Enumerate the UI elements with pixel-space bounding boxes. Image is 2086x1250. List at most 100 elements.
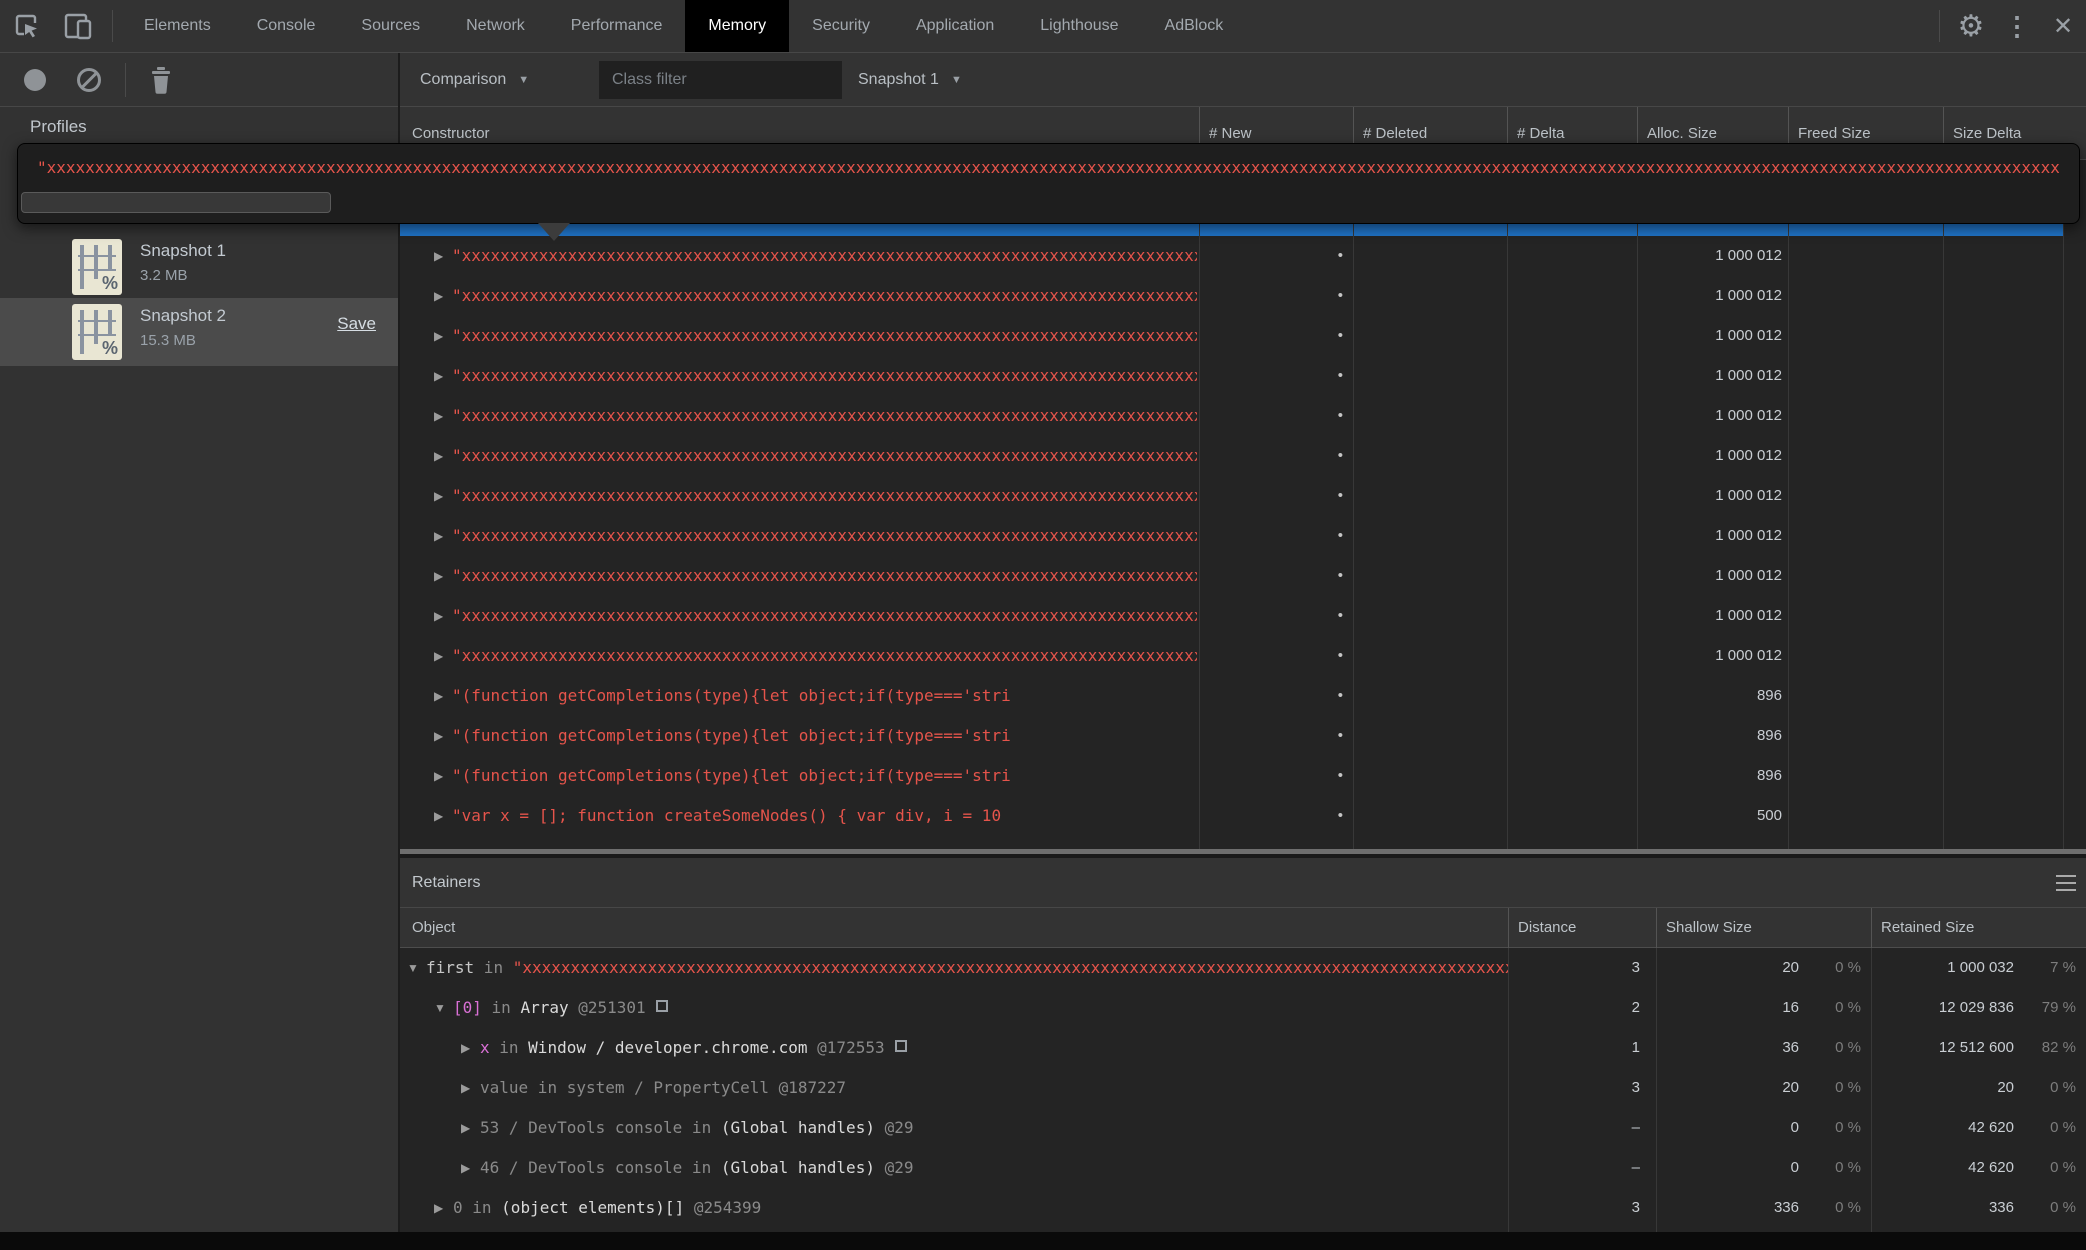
constructor-row[interactable]: ▶"(function getCompletions(type){let obj…	[400, 676, 2086, 716]
tab-sources[interactable]: Sources	[338, 0, 443, 52]
devtools-tabbar: Elements Console Sources Network Perform…	[0, 0, 2086, 53]
constructor-row[interactable]: ▶"xxxxxxxxxxxxxxxxxxxxxxxxxxxxxxxxxxxxxx…	[400, 356, 2086, 396]
constructor-row[interactable]: ▶"var x = []; function createSomeNodes()…	[400, 796, 2086, 836]
retainer-row[interactable]: ▼[0] in Array @2513012160 %12 029 83679 …	[400, 988, 2086, 1028]
row-expander-icon[interactable]: ▶	[434, 756, 450, 796]
column-header-shallow-size[interactable]: Shallow Size	[1666, 908, 1752, 948]
perspective-select[interactable]: Comparison ▼	[420, 53, 529, 107]
retained-size-cell: 12 029 83679 %	[1871, 988, 2086, 1028]
expanded-triangle-icon[interactable]: ▼	[407, 948, 425, 988]
tab-security[interactable]: Security	[789, 0, 893, 52]
constructor-row[interactable]: ▶"xxxxxxxxxxxxxxxxxxxxxxxxxxxxxxxxxxxxxx…	[400, 636, 2086, 676]
class-filter-input[interactable]	[599, 61, 842, 99]
new-count-dot: •	[1199, 356, 1343, 396]
tab-network[interactable]: Network	[443, 0, 548, 52]
row-expander-icon[interactable]: ▶	[434, 276, 450, 316]
delete-profile-button[interactable]	[148, 66, 174, 94]
column-header-retained-size[interactable]: Retained Size	[1881, 908, 1974, 948]
alloc-size-value: 500	[1637, 796, 1782, 836]
retainer-row[interactable]: ▶value in system / PropertyCell @1872273…	[400, 1068, 2086, 1108]
record-heap-snapshot-button[interactable]	[24, 69, 46, 91]
row-expander-icon[interactable]: ▶	[434, 596, 450, 636]
save-snapshot-link[interactable]: Save	[337, 314, 376, 334]
profiles-sidebar: Profiles % Snapshot 1 3.2 MB %	[0, 107, 398, 1232]
new-count-dot: •	[1199, 556, 1343, 596]
settings-gear-icon[interactable]: ⚙	[1948, 0, 1994, 52]
shallow-size-cell: 00 %	[1656, 1108, 1871, 1148]
constructor-row[interactable]: ▶"xxxxxxxxxxxxxxxxxxxxxxxxxxxxxxxxxxxxxx…	[400, 316, 2086, 356]
toolbar-separator	[125, 63, 126, 97]
row-expander-icon[interactable]: ▶	[434, 436, 450, 476]
row-expander-icon[interactable]: ▶	[434, 716, 450, 756]
constructor-row[interactable]: ▶"xxxxxxxxxxxxxxxxxxxxxxxxxxxxxxxxxxxxxx…	[400, 236, 2086, 276]
expanded-triangle-icon[interactable]: ▼	[434, 988, 452, 1028]
row-expander-icon[interactable]: ▶	[434, 556, 450, 596]
row-expander-icon[interactable]: ▶	[434, 396, 450, 436]
hamburger-menu-icon[interactable]	[2056, 873, 2076, 893]
sidebar-item-snapshot-2[interactable]: % Snapshot 2 15.3 MB Save	[0, 298, 398, 366]
new-count-dot: •	[1199, 276, 1343, 316]
clear-profiles-icon[interactable]	[77, 68, 101, 92]
retained-size-cell: 200 %	[1871, 1068, 2086, 1108]
row-expander-icon[interactable]: ▶	[434, 796, 450, 836]
constructor-row[interactable]: ▶"xxxxxxxxxxxxxxxxxxxxxxxxxxxxxxxxxxxxxx…	[400, 396, 2086, 436]
constructor-row[interactable]: ▶"xxxxxxxxxxxxxxxxxxxxxxxxxxxxxxxxxxxxxx…	[400, 476, 2086, 516]
row-expander-icon[interactable]: ▶	[434, 316, 450, 356]
tab-application[interactable]: Application	[893, 0, 1017, 52]
row-expander-icon[interactable]: ▶	[434, 636, 450, 676]
constructor-row[interactable]: ▶"xxxxxxxxxxxxxxxxxxxxxxxxxxxxxxxxxxxxxx…	[400, 516, 2086, 556]
collapsed-triangle-icon[interactable]: ▶	[461, 1148, 479, 1188]
tab-lighthouse[interactable]: Lighthouse	[1017, 0, 1141, 52]
retainer-row[interactable]: ▶x in Window / developer.chrome.com @172…	[400, 1028, 2086, 1068]
tooltip-scrollbar-thumb[interactable]	[21, 192, 331, 213]
constructor-row[interactable]: ▶"xxxxxxxxxxxxxxxxxxxxxxxxxxxxxxxxxxxxxx…	[400, 596, 2086, 636]
row-expander-icon[interactable]: ▶	[434, 836, 450, 849]
column-header-object[interactable]: Object	[412, 908, 455, 948]
tab-adblock[interactable]: AdBlock	[1142, 0, 1247, 52]
new-count-dot: •	[1199, 716, 1343, 756]
constructor-row[interactable]: ▶"(function getCompletions(type){let obj…	[400, 756, 2086, 796]
more-options-icon[interactable]: ⋮	[1994, 0, 2040, 52]
retainer-object-label: value in system / PropertyCell @187227	[480, 1068, 1508, 1108]
close-devtools-icon[interactable]: ✕	[2040, 0, 2086, 52]
new-count-dot: •	[1199, 396, 1343, 436]
reveal-object-icon[interactable]	[656, 1000, 668, 1012]
distance-value: 3	[1508, 1188, 1656, 1228]
inspect-cursor-icon	[10, 10, 42, 42]
collapsed-triangle-icon[interactable]: ▶	[461, 1028, 479, 1068]
constructor-string: "xxxxxxxxxxxxxxxxxxxxxxxxxxxxxxxxxxxxxxx…	[452, 396, 1197, 436]
device-toolbar-button[interactable]	[52, 0, 104, 52]
row-expander-icon[interactable]: ▶	[434, 476, 450, 516]
row-expander-icon[interactable]: ▶	[434, 356, 450, 396]
distance-value: 3	[1508, 1068, 1656, 1108]
inspect-element-button[interactable]	[0, 0, 52, 52]
collapsed-triangle-icon[interactable]: ▶	[434, 1188, 452, 1228]
tab-elements[interactable]: Elements	[121, 0, 234, 52]
constructor-row[interactable]: ▶"var x = []; function createSomeNodes()…	[400, 836, 2086, 849]
snapshot-size: 3.2 MB	[140, 267, 188, 284]
row-expander-icon[interactable]: ▶	[434, 516, 450, 556]
row-expander-icon[interactable]: ▶	[434, 236, 450, 276]
retainer-row[interactable]: ▶53 / DevTools console in (Global handle…	[400, 1108, 2086, 1148]
retainer-row[interactable]: ▶0 in (object elements)[] @25439933360 %…	[400, 1188, 2086, 1228]
constructor-row[interactable]: ▶"xxxxxxxxxxxxxxxxxxxxxxxxxxxxxxxxxxxxxx…	[400, 436, 2086, 476]
constructor-row[interactable]: ▶"xxxxxxxxxxxxxxxxxxxxxxxxxxxxxxxxxxxxxx…	[400, 276, 2086, 316]
base-snapshot-select[interactable]: Snapshot 1 ▼	[858, 53, 962, 107]
sidebar-item-snapshot-1[interactable]: % Snapshot 1 3.2 MB	[0, 233, 398, 301]
tab-memory[interactable]: Memory	[685, 0, 789, 52]
row-expander-icon[interactable]: ▶	[434, 676, 450, 716]
tab-console[interactable]: Console	[234, 0, 339, 52]
column-header-distance[interactable]: Distance	[1518, 908, 1576, 948]
retainer-row[interactable]: ▶46 / DevTools console in (Global handle…	[400, 1148, 2086, 1188]
alloc-size-value: 1 000 012	[1637, 636, 1782, 676]
collapsed-triangle-icon[interactable]: ▶	[461, 1068, 479, 1108]
scrollbar-gutter-divider	[2063, 160, 2064, 849]
constructor-row[interactable]: ▶"(function getCompletions(type){let obj…	[400, 716, 2086, 756]
retainer-row[interactable]: ▼first in "xxxxxxxxxxxxxxxxxxxxxxxxxxxxx…	[400, 948, 2086, 988]
reveal-object-icon[interactable]	[895, 1040, 907, 1052]
constructor-row[interactable]: ▶"xxxxxxxxxxxxxxxxxxxxxxxxxxxxxxxxxxxxxx…	[400, 556, 2086, 596]
constructor-string: "xxxxxxxxxxxxxxxxxxxxxxxxxxxxxxxxxxxxxxx…	[452, 276, 1197, 316]
collapsed-triangle-icon[interactable]: ▶	[461, 1108, 479, 1148]
constructor-string: "(function getCompletions(type){let obje…	[452, 716, 1197, 756]
tab-performance[interactable]: Performance	[548, 0, 686, 52]
